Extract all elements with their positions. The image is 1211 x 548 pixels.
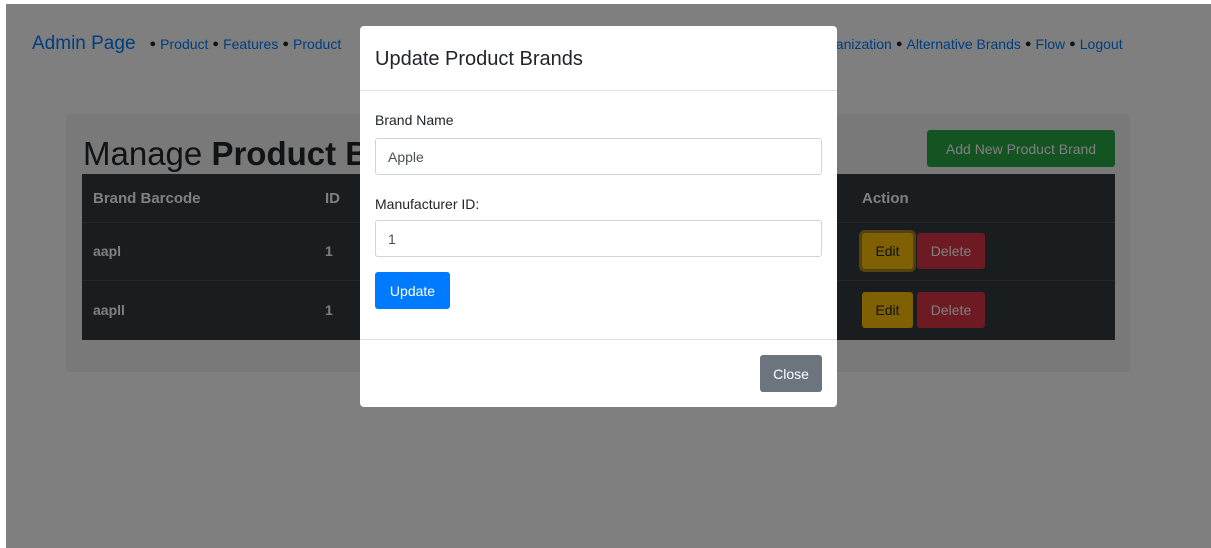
modal-title: Update Product Brands — [375, 48, 583, 70]
brand-name-label: Brand Name — [375, 112, 454, 128]
modal-header: Update Product Brands — [360, 26, 837, 91]
admin-page: Admin Page ●Product ●Features ●Product g… — [6, 4, 1211, 548]
manufacturer-id-input[interactable]: 1 — [375, 220, 822, 257]
update-button[interactable]: Update — [375, 272, 450, 309]
close-button[interactable]: Close — [760, 355, 822, 392]
update-brand-modal: Update Product Brands Brand Name Apple M… — [360, 26, 837, 407]
modal-footer: Close — [360, 339, 837, 407]
brand-name-input[interactable]: Apple — [375, 138, 822, 175]
manufacturer-id-label: Manufacturer ID: — [375, 196, 480, 212]
